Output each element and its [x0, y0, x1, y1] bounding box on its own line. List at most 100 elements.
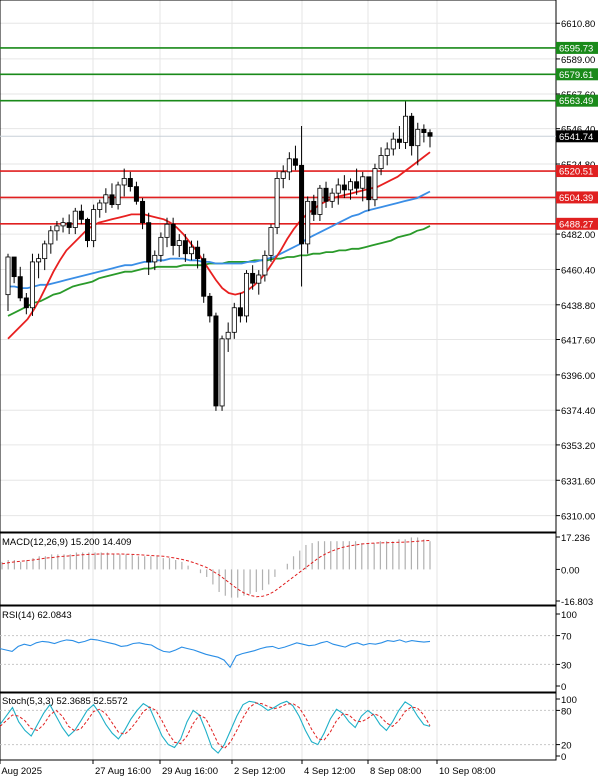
candle [48, 225, 54, 254]
candle [280, 165, 286, 189]
candle-body [152, 254, 158, 263]
time-tick-label: 29 Aug 16:00 [162, 766, 218, 777]
candle [384, 142, 390, 166]
candle [372, 163, 378, 207]
candle [103, 188, 109, 213]
candle-body [48, 230, 54, 245]
price-tick-label: 6374.40 [561, 406, 595, 417]
candle [292, 145, 298, 171]
candle-body [5, 256, 11, 296]
trading-chart[interactable]: 6610.806589.006567.606546.406524.806503.… [0, 0, 600, 780]
candle-body [66, 222, 72, 228]
candle [427, 129, 433, 148]
candle-body [250, 272, 256, 284]
candle [207, 293, 213, 323]
candle [274, 171, 280, 235]
candle-body [427, 132, 433, 137]
candle [127, 171, 133, 192]
candle-body [274, 178, 280, 228]
time-tick-label: 27 Aug 16:00 [95, 766, 151, 777]
candle-body [390, 138, 396, 150]
candle-body [341, 184, 347, 191]
candle-body [103, 194, 109, 204]
price-tick-label: 6396.00 [561, 371, 595, 382]
ma-blue-line [8, 190, 431, 289]
candle [237, 293, 243, 323]
price-tick-label: 6438.80 [561, 301, 595, 312]
price-tick-label: 6417.60 [561, 335, 595, 346]
candle [115, 181, 121, 210]
candle-body [85, 218, 91, 242]
candle-body [403, 115, 409, 143]
candle-body [305, 200, 311, 245]
candle-body [140, 200, 146, 224]
candle-body [109, 194, 115, 206]
candle [213, 312, 219, 411]
candle-body [384, 148, 390, 156]
candle-body [54, 225, 60, 232]
candle-body [133, 186, 139, 202]
candle-body [317, 187, 323, 215]
candle-body [188, 246, 194, 255]
candle [286, 152, 292, 181]
stoch-tick-label: 100 [561, 695, 577, 706]
candle-body [225, 331, 231, 340]
candle-body [164, 223, 170, 238]
candle-body [378, 155, 384, 170]
macd-tick-label: 17.236 [561, 533, 590, 544]
candle [256, 270, 262, 295]
stoch-tick-label: 20 [561, 741, 572, 752]
candle-body [115, 184, 121, 206]
candle-body [97, 202, 103, 210]
candle [244, 270, 250, 323]
candle [421, 124, 427, 143]
candle [219, 335, 225, 411]
level-tag-label: 6488.27 [559, 219, 593, 230]
current-price-label: 6541.74 [559, 132, 593, 143]
candle [60, 217, 66, 233]
candle [201, 253, 207, 303]
candle-body [244, 272, 250, 317]
candle-body [262, 254, 268, 276]
candle [36, 253, 42, 279]
candle-body [360, 176, 366, 189]
stoch-label: Stoch(5,3,3) 52.3685 52.5572 [2, 696, 128, 707]
rsi-tick-label: 70 [561, 632, 572, 643]
time-tick-label: 10 Sep 08:00 [439, 766, 496, 777]
candle-body [91, 209, 97, 242]
candle [109, 183, 115, 208]
candle [158, 232, 164, 262]
candle [415, 122, 421, 166]
candle [225, 322, 231, 352]
candle-body [42, 243, 48, 260]
candle [231, 302, 237, 339]
stoch-tick-label: 80 [561, 706, 572, 717]
time-axis[interactable]: 26 Aug 2025 27 Aug 16:00 29 Aug 16:00 2 Sep… [0, 759, 556, 777]
candle-body [176, 240, 182, 246]
candle-body [347, 181, 353, 191]
candle-body [292, 158, 298, 166]
candle [11, 256, 17, 284]
candle [23, 293, 29, 315]
candle-body [146, 222, 152, 263]
level-tag-label: 6563.49 [559, 96, 593, 107]
candle [299, 126, 305, 287]
candle-body [323, 187, 329, 202]
candle [347, 178, 353, 200]
candle-body [29, 261, 35, 309]
macd-tick-label: 0.00 [561, 565, 580, 576]
candle [317, 184, 323, 221]
candle-body [121, 178, 127, 186]
candle-body [213, 315, 219, 407]
candle-body [286, 158, 292, 173]
rsi-tick-label: 100 [561, 610, 577, 621]
candle [17, 266, 23, 302]
candle-body [372, 168, 378, 201]
candle [176, 234, 182, 257]
price-panel-frame [0, 0, 557, 533]
rsi-label: RSI(14) 62.0843 [2, 610, 72, 621]
candle-body [366, 176, 372, 201]
candle-body [17, 276, 23, 299]
level-tag-label: 6579.61 [559, 70, 593, 81]
candle [335, 178, 341, 205]
